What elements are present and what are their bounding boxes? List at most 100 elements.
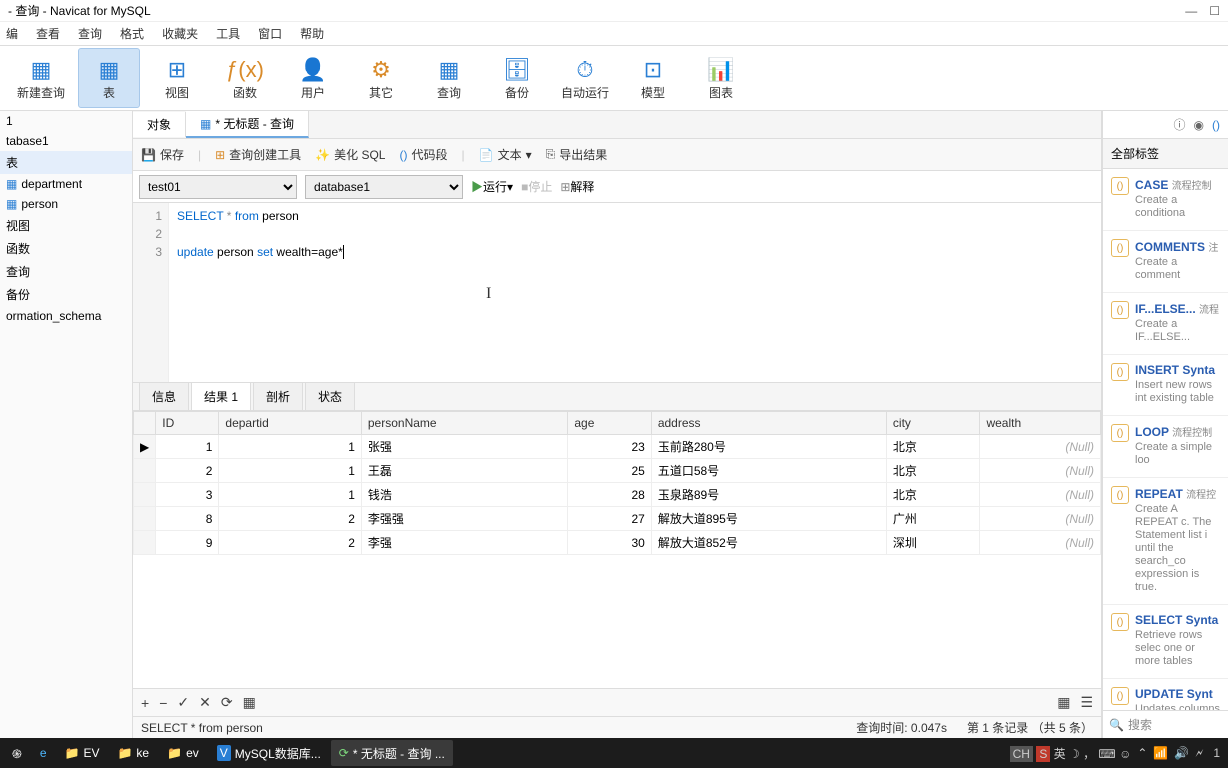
toolbar-新建查询[interactable]: ▦新建查询 bbox=[10, 48, 72, 108]
toolbar-其它[interactable]: ⚙其它 bbox=[350, 48, 412, 108]
taskbar-start[interactable]: ֍ bbox=[4, 740, 30, 766]
column-header[interactable]: city bbox=[886, 412, 980, 435]
grid-footer-button[interactable]: ✕ bbox=[199, 694, 211, 711]
cell[interactable]: 30 bbox=[568, 531, 651, 555]
database-select[interactable]: database1 bbox=[305, 175, 463, 199]
tab-profile[interactable]: 剖析 bbox=[253, 382, 303, 410]
ime-indicator[interactable]: CH S CH 英英 ☽ ， ⌨ ☺ bbox=[1010, 745, 1132, 762]
menu-item[interactable]: 查询 bbox=[78, 25, 102, 42]
sidebar-item[interactable]: 视图 bbox=[0, 214, 132, 237]
grid-footer-button[interactable]: + bbox=[141, 695, 149, 711]
cell[interactable]: 玉泉路89号 bbox=[651, 483, 886, 507]
grid-view-icon[interactable]: ▦ bbox=[1057, 694, 1070, 711]
maximize-button[interactable]: ☐ bbox=[1209, 4, 1220, 18]
cell[interactable]: 25 bbox=[568, 459, 651, 483]
table-row[interactable]: 3 1 钱浩 28 玉泉路89号 北京 (Null) bbox=[134, 483, 1101, 507]
menu-item[interactable]: 格式 bbox=[120, 25, 144, 42]
cell[interactable]: 27 bbox=[568, 507, 651, 531]
cell[interactable]: (Null) bbox=[980, 483, 1101, 507]
cell[interactable]: 9 bbox=[156, 531, 219, 555]
tab-info[interactable]: 信息 bbox=[139, 382, 189, 410]
explain-button[interactable]: ⊞解释 bbox=[560, 178, 594, 195]
snippet-item[interactable]: () UPDATE Synt Updates columns o rows in… bbox=[1103, 679, 1228, 710]
table-row[interactable]: ▶ 1 1 张强 23 玉前路280号 北京 (Null) bbox=[134, 435, 1101, 459]
column-header[interactable]: ID bbox=[156, 412, 219, 435]
server-select[interactable]: test01 bbox=[139, 175, 297, 199]
cell[interactable]: 8 bbox=[156, 507, 219, 531]
snippet-item[interactable]: () INSERT Synta Insert new rows int exis… bbox=[1103, 355, 1228, 416]
sidebar-item[interactable]: 查询 bbox=[0, 260, 132, 283]
snippet-item[interactable]: () CASE 流程控制 Create a conditiona bbox=[1103, 169, 1228, 231]
cell[interactable]: 五道口58号 bbox=[651, 459, 886, 483]
sidebar-item[interactable]: 表 bbox=[0, 151, 132, 174]
sidebar-item[interactable]: ▦department bbox=[0, 174, 132, 194]
cell[interactable]: 王磊 bbox=[361, 459, 567, 483]
text-button[interactable]: 📄文本▾ bbox=[479, 146, 532, 163]
tray-network-icon[interactable]: 📶 bbox=[1153, 746, 1168, 760]
cell[interactable]: 1 bbox=[219, 483, 361, 507]
taskbar-edge[interactable]: e bbox=[32, 740, 55, 766]
tray-volume-icon[interactable]: 🔊 bbox=[1174, 746, 1189, 760]
menu-item[interactable]: 工具 bbox=[216, 25, 240, 42]
snippet-item[interactable]: () REPEAT 流程控 Create A REPEAT c. The Sta… bbox=[1103, 478, 1228, 605]
toolbar-用户[interactable]: 👤用户 bbox=[282, 48, 344, 108]
toolbar-模型[interactable]: ⊡模型 bbox=[622, 48, 684, 108]
tray-chevron-icon[interactable]: ⌃ bbox=[1137, 746, 1147, 760]
menu-item[interactable]: 帮助 bbox=[300, 25, 324, 42]
menu-item[interactable]: 收藏夹 bbox=[162, 25, 198, 42]
cell[interactable]: 2 bbox=[156, 459, 219, 483]
stop-button[interactable]: ■停止 bbox=[521, 178, 552, 195]
cell[interactable]: (Null) bbox=[980, 507, 1101, 531]
cell[interactable]: 玉前路280号 bbox=[651, 435, 886, 459]
sidebar-item[interactable]: 备份 bbox=[0, 283, 132, 306]
sidebar-item[interactable]: 函数 bbox=[0, 237, 132, 260]
snippet-item[interactable]: () SELECT Synta Retrieve rows selec one … bbox=[1103, 605, 1228, 679]
taskbar-mysql[interactable]: VMySQL数据库... bbox=[209, 740, 329, 766]
sidebar-item[interactable]: ormation_schema bbox=[0, 306, 132, 326]
info-icon[interactable]: ⓘ bbox=[1174, 116, 1186, 133]
toolbar-视图[interactable]: ⊞视图 bbox=[146, 48, 208, 108]
export-button[interactable]: ⎘导出结果 bbox=[546, 146, 608, 163]
sidebar-item[interactable]: ▦person bbox=[0, 194, 132, 214]
cell[interactable]: 3 bbox=[156, 483, 219, 507]
cell[interactable]: 1 bbox=[219, 459, 361, 483]
table-row[interactable]: 2 1 王磊 25 五道口58号 北京 (Null) bbox=[134, 459, 1101, 483]
result-grid[interactable]: IDdepartidpersonNameageaddresscitywealth… bbox=[133, 411, 1101, 688]
snippet-item[interactable]: () COMMENTS 注 Create a comment bbox=[1103, 231, 1228, 293]
taskbar-folder-ev2[interactable]: 📁ev bbox=[159, 740, 207, 766]
column-header[interactable]: personName bbox=[361, 412, 567, 435]
cell[interactable]: 北京 bbox=[886, 483, 980, 507]
column-header[interactable]: departid bbox=[219, 412, 361, 435]
form-view-icon[interactable]: ☰ bbox=[1080, 694, 1093, 711]
cell[interactable]: 1 bbox=[219, 435, 361, 459]
cell[interactable]: 张强 bbox=[361, 435, 567, 459]
menu-item[interactable]: 编 bbox=[6, 25, 18, 42]
tray-battery-icon[interactable]: 🗲 bbox=[1195, 746, 1203, 761]
minimize-button[interactable]: — bbox=[1185, 4, 1197, 18]
cell[interactable]: 李强强 bbox=[361, 507, 567, 531]
table-row[interactable]: 9 2 李强 30 解放大道852号 深圳 (Null) bbox=[134, 531, 1101, 555]
brackets-icon[interactable]: () bbox=[1212, 118, 1220, 132]
grid-footer-button[interactable]: − bbox=[159, 695, 167, 711]
toolbar-备份[interactable]: 🗄备份 bbox=[486, 48, 548, 108]
cell[interactable]: 2 bbox=[219, 531, 361, 555]
taskbar-folder-ke[interactable]: 📁ke bbox=[109, 740, 157, 766]
cell[interactable]: (Null) bbox=[980, 435, 1101, 459]
toolbar-表[interactable]: ▦表 bbox=[78, 48, 140, 108]
column-header[interactable]: age bbox=[568, 412, 651, 435]
cell[interactable]: 北京 bbox=[886, 435, 980, 459]
cell[interactable]: 解放大道895号 bbox=[651, 507, 886, 531]
beautify-button[interactable]: ✨美化 SQL bbox=[315, 146, 385, 163]
toolbar-查询[interactable]: ▦查询 bbox=[418, 48, 480, 108]
grid-footer-button[interactable]: ✓ bbox=[177, 694, 189, 711]
cell[interactable]: 北京 bbox=[886, 459, 980, 483]
cell[interactable]: 2 bbox=[219, 507, 361, 531]
sidebar-item[interactable]: tabase1 bbox=[0, 131, 132, 151]
taskbar-folder-ev[interactable]: 📁EV bbox=[57, 740, 108, 766]
taskbar-clock[interactable]: 1 bbox=[1209, 747, 1224, 759]
snippet-button[interactable]: ()代码段 bbox=[399, 146, 447, 163]
save-button[interactable]: 💾保存 bbox=[141, 146, 184, 163]
cell[interactable]: 李强 bbox=[361, 531, 567, 555]
query-builder-button[interactable]: ⊞查询创建工具 bbox=[215, 146, 301, 163]
tab-result[interactable]: 结果 1 bbox=[191, 382, 251, 410]
